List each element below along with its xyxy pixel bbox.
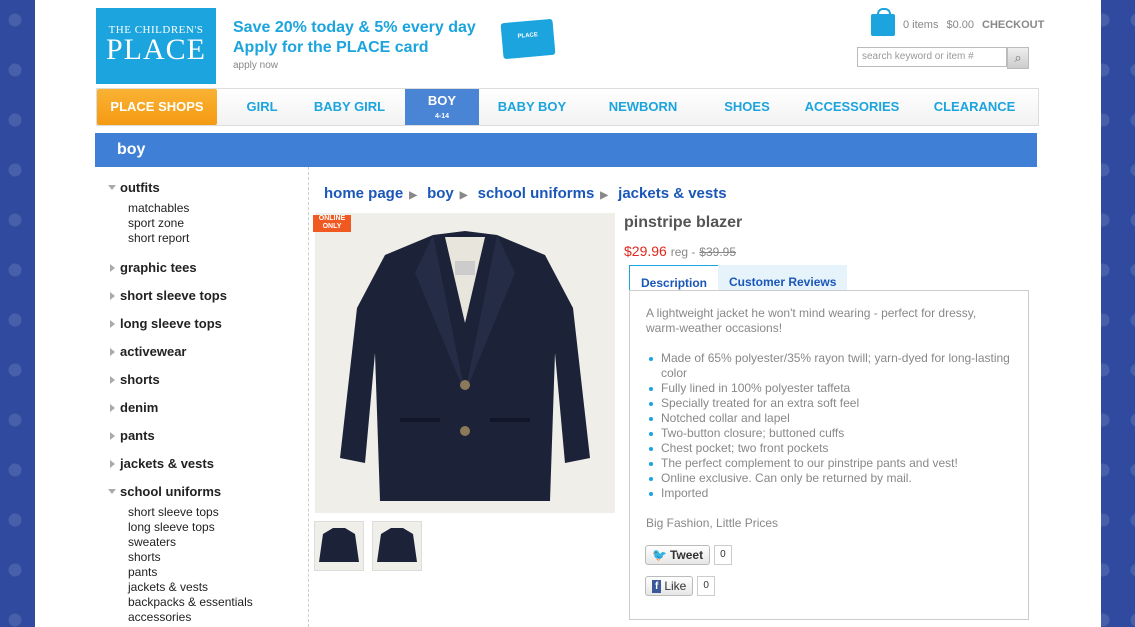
search-icon: ⌕: [1014, 50, 1022, 65]
checkout-link[interactable]: CHECKOUT: [982, 19, 1044, 31]
thumbnail-front[interactable]: [314, 521, 364, 571]
promo-line1: Save 20% today & 5% every day: [233, 19, 476, 36]
nav-boy[interactable]: BOY 4-14: [405, 89, 479, 125]
subcat-matchables[interactable]: matchables: [128, 201, 307, 216]
twitter-bird-icon: 🐦: [652, 548, 667, 562]
subcat-uniform-short-sleeve[interactable]: short sleeve tops: [128, 505, 307, 520]
reg-label: reg -: [670, 245, 696, 259]
nav-boy-sub: 4-14: [434, 113, 449, 120]
feature-item: Two-button closure; buttoned cuffs: [646, 426, 1012, 441]
cat-short-sleeve[interactable]: short sleeve tops: [107, 288, 307, 303]
tweet-count: 0: [714, 545, 732, 565]
apply-now-link[interactable]: apply now: [233, 58, 476, 74]
nav-boy-label: BOY: [427, 93, 457, 108]
cat-pants[interactable]: pants: [107, 428, 307, 443]
cart-items: 0 items: [903, 19, 939, 31]
tab-customer-reviews[interactable]: Customer Reviews: [718, 265, 848, 291]
nav-girl[interactable]: GIRL: [232, 89, 292, 125]
tweet-button[interactable]: 🐦 Tweet: [645, 545, 711, 565]
outfits-subcats: matchables sport zone short report: [107, 201, 307, 246]
category-band: boy: [95, 133, 1037, 167]
feature-item: Notched collar and lapel: [646, 411, 1012, 426]
tweet-label: Tweet: [669, 548, 704, 562]
uniforms-subcats: short sleeve tops long sleeve tops sweat…: [107, 505, 307, 625]
tagline: Big Fashion, Little Prices: [646, 516, 779, 530]
nav-accessories[interactable]: ACCESSORIES: [802, 89, 902, 125]
description-panel: A lightweight jacket he won't mind weari…: [629, 290, 1029, 620]
like-label: Like: [664, 579, 687, 593]
online-only-badge: ONLINE ONLY: [313, 215, 351, 232]
subcat-uniform-backpacks[interactable]: backpacks & essentials: [128, 595, 307, 610]
crumb-school-uniforms[interactable]: school uniforms: [478, 185, 595, 202]
feature-item: Online exclusive. Can only be returned b…: [646, 471, 1012, 486]
search-button[interactable]: ⌕: [1007, 47, 1029, 69]
subcat-uniform-long-sleeve[interactable]: long sleeve tops: [128, 520, 307, 535]
original-price: $39.95: [699, 245, 736, 259]
like-widget: f Like 0: [645, 576, 715, 596]
search-input[interactable]: search keyword or item #: [857, 47, 1007, 67]
page: THE CHILDREN'S PLACE Save 20% today & 5%…: [35, 0, 1101, 627]
promo-line2: Apply for the PLACE card: [233, 39, 429, 56]
subcat-short-report[interactable]: short report: [128, 231, 307, 246]
nav-place-shops[interactable]: PLACE SHOPS: [97, 89, 217, 125]
childrens-place-logo[interactable]: THE CHILDREN'S PLACE: [96, 8, 216, 84]
logo-line2: PLACE: [105, 33, 206, 66]
card-text: PLACE: [517, 32, 539, 40]
like-count: 0: [697, 576, 715, 596]
cat-long-sleeve[interactable]: long sleeve tops: [107, 316, 307, 331]
breadcrumb: home page ▶ boy ▶ school uniforms ▶ jackets…: [324, 185, 727, 202]
subcat-sport-zone[interactable]: sport zone: [128, 216, 307, 231]
crumb-home[interactable]: home page: [324, 185, 403, 202]
subcat-uniform-sweaters[interactable]: sweaters: [128, 535, 307, 550]
facebook-icon: f: [652, 579, 662, 593]
nav-baby-girl[interactable]: BABY GIRL: [307, 89, 392, 125]
category-sidebar: outfits matchables sport zone short repo…: [107, 180, 307, 627]
cat-activewear[interactable]: activewear: [107, 344, 307, 359]
sale-price: $29.96: [624, 243, 667, 259]
cart-summary[interactable]: 0 items $0.00 CHECKOUT: [871, 8, 1044, 36]
crumb-boy[interactable]: boy: [427, 185, 454, 202]
thumbnail-back[interactable]: [372, 521, 422, 571]
nav-shoes[interactable]: SHOES: [712, 89, 782, 125]
nav-clearance[interactable]: CLEARANCE: [927, 89, 1022, 125]
like-button[interactable]: f Like: [645, 576, 694, 596]
divider: [308, 167, 309, 627]
shopping-bag-icon[interactable]: [871, 8, 895, 36]
main-nav: PLACE SHOPS GIRL BABY GIRL BOY 4-14 BABY…: [96, 88, 1039, 126]
cat-shorts[interactable]: shorts: [107, 372, 307, 387]
cat-outfits[interactable]: outfits: [107, 180, 307, 195]
product-price: $29.96 reg - $39.95: [624, 243, 736, 259]
cat-graphic-tees[interactable]: graphic tees: [107, 260, 307, 275]
subcat-uniform-jackets[interactable]: jackets & vests: [128, 580, 307, 595]
product-intro: A lightweight jacket he won't mind weari…: [646, 306, 977, 335]
subcat-uniform-accessories[interactable]: accessories: [128, 610, 307, 625]
cat-school-uniforms[interactable]: school uniforms: [107, 484, 307, 499]
feature-item: Chest pocket; two front pockets: [646, 441, 1012, 456]
crumb-jackets-vests[interactable]: jackets & vests: [618, 185, 726, 202]
feature-item: Specially treated for an extra soft feel: [646, 396, 1012, 411]
product-main-image[interactable]: [315, 213, 615, 513]
subcat-uniform-shorts[interactable]: shorts: [128, 550, 307, 565]
cat-denim[interactable]: denim: [107, 400, 307, 415]
nav-baby-boy[interactable]: BABY BOY: [492, 89, 572, 125]
product-title: pinstripe blazer: [624, 214, 743, 231]
subcat-uniform-pants[interactable]: pants: [128, 565, 307, 580]
tab-description[interactable]: Description: [629, 265, 720, 291]
feature-item: Fully lined in 100% polyester taffeta: [646, 381, 1012, 396]
cart-total: $0.00: [946, 19, 974, 31]
feature-item: Made of 65% polyester/35% rayon twill; y…: [646, 351, 1012, 381]
feature-list: Made of 65% polyester/35% rayon twill; y…: [646, 351, 1012, 501]
feature-item: Imported: [646, 486, 1012, 501]
badge-line2: ONLY: [322, 223, 342, 230]
tweet-widget: 🐦 Tweet 0: [645, 545, 732, 565]
nav-newborn[interactable]: NEWBORN: [602, 89, 684, 125]
place-card-image[interactable]: PLACE: [500, 18, 556, 60]
promo-banner[interactable]: Save 20% today & 5% every day Apply for …: [233, 18, 476, 74]
badge-line1: ONLINE: [318, 215, 346, 222]
feature-item: The perfect complement to our pinstripe …: [646, 456, 1012, 471]
cat-jackets-vests[interactable]: jackets & vests: [107, 456, 307, 471]
